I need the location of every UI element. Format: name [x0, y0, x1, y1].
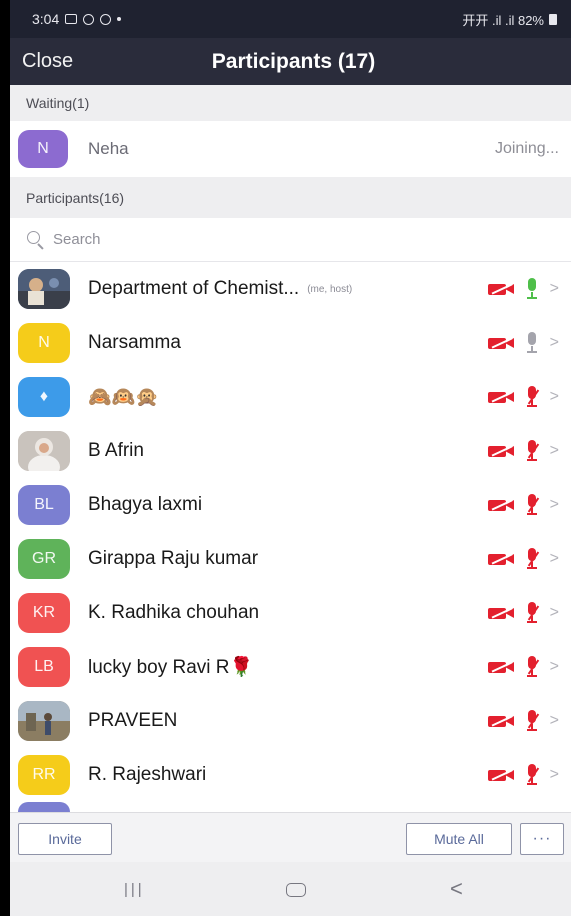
mic-muted-icon [524, 440, 540, 462]
video-off-icon [487, 498, 516, 512]
recents-icon[interactable]: ||| [124, 881, 145, 898]
chevron-right-icon: > [549, 442, 559, 459]
mic-on-icon [524, 278, 540, 300]
message-icon [65, 14, 78, 24]
waiting-section-header: Waiting(1) [10, 85, 571, 121]
top-bar: Close Participants (17) [10, 38, 571, 85]
status-bar: 3:04 开开 .il .il 82% [10, 0, 571, 38]
mic-muted-icon [524, 548, 540, 570]
chevron-right-icon: > [549, 280, 559, 297]
search-bar[interactable] [10, 218, 571, 262]
back-icon[interactable]: < [450, 876, 463, 902]
invite-button[interactable]: Invite [18, 823, 112, 855]
participant-name: lucky boy Ravi R🌹 [88, 657, 254, 678]
participant-name: R. Rajeshwari [88, 764, 207, 785]
action-bar: Invite Mute All ··· [10, 812, 571, 862]
joining-status: Joining... [494, 140, 559, 157]
avatar: LB [18, 647, 70, 687]
video-off-icon [487, 444, 516, 458]
participant-row[interactable]: ♦ 🙈🙉🙊 > [10, 370, 571, 424]
participant-row[interactable]: B Afrin > [10, 424, 571, 478]
avatar: GR [18, 539, 70, 579]
participant-name: K. Radhika chouhan [88, 602, 260, 623]
chevron-right-icon: > [549, 550, 559, 567]
waiting-name: Neha [88, 139, 129, 158]
search-icon [26, 230, 46, 250]
chevron-right-icon: > [549, 388, 559, 405]
app-notification-icon [83, 13, 95, 25]
participant-name: Girappa Raju kumar [88, 548, 259, 569]
participant-name: Narsamma [88, 332, 181, 353]
chevron-right-icon: > [549, 496, 559, 513]
participant-name: PRAVEEN [88, 710, 178, 731]
whatsapp-icon [100, 13, 112, 25]
participant-row[interactable]: KR K. Radhika chouhan > [10, 586, 571, 640]
video-off-icon [487, 660, 516, 674]
avatar [18, 431, 70, 471]
chevron-right-icon: > [549, 334, 559, 351]
search-input[interactable] [53, 231, 513, 248]
video-off-icon [487, 336, 516, 350]
close-button[interactable]: Close [22, 50, 73, 73]
avatar [18, 269, 70, 309]
participant-row[interactable]: BL Bhagya laxmi > [10, 478, 571, 532]
battery-icon [549, 13, 557, 25]
participant-name: 🙈🙉🙊 [88, 387, 159, 408]
video-off-icon [487, 552, 516, 566]
participants-screen: 3:04 开开 .il .il 82% Close Participants (… [10, 0, 571, 916]
avatar: N [18, 323, 70, 363]
participant-name: B Afrin [88, 440, 144, 461]
mic-muted-icon [524, 602, 540, 624]
participants-section-header: Participants(16) [10, 177, 571, 218]
avatar: BL [18, 485, 70, 525]
video-off-icon [487, 768, 516, 782]
android-nav-bar: ||| < [10, 862, 571, 916]
avatar [18, 701, 70, 741]
more-options-button[interactable]: ··· [520, 823, 564, 855]
video-off-icon [487, 390, 516, 404]
avatar: N [18, 130, 68, 168]
page-title: Participants (17) [211, 49, 376, 73]
participant-row[interactable]: LB lucky boy Ravi R🌹 > [10, 640, 571, 694]
video-off-icon [487, 282, 516, 296]
host-tag: (me, host) [307, 283, 353, 295]
mic-muted-icon [524, 764, 540, 786]
mic-on-icon [524, 332, 540, 354]
video-off-icon [487, 606, 516, 620]
mute-all-button[interactable]: Mute All [406, 823, 512, 855]
chevron-right-icon: > [549, 766, 559, 783]
status-signal-text: 开开 .il .il 82% [462, 12, 544, 28]
participant-name: Department of Chemist... [88, 278, 300, 299]
status-time: 3:04 [32, 11, 60, 27]
avatar: RR [18, 755, 70, 795]
participant-row[interactable]: GR Girappa Raju kumar > [10, 532, 571, 586]
video-off-icon [487, 714, 516, 728]
waiting-item[interactable]: N Neha Joining... [10, 121, 571, 177]
participant-row[interactable]: Department of Chemist... (me, host) > [10, 262, 571, 316]
mic-muted-icon [524, 710, 540, 732]
participant-row[interactable]: RR R. Rajeshwari > [10, 748, 571, 802]
mic-muted-icon [524, 494, 540, 516]
chevron-right-icon: > [549, 712, 559, 729]
avatar: KR [18, 593, 70, 633]
participant-row[interactable]: N Narsamma > [10, 316, 571, 370]
more-notifications-icon [117, 17, 122, 21]
chevron-right-icon: > [549, 604, 559, 621]
home-icon[interactable] [286, 883, 306, 897]
participant-row[interactable]: PRAVEEN > [10, 694, 571, 748]
avatar: ♦ [18, 377, 70, 417]
mic-muted-icon [524, 386, 540, 408]
participant-name: Bhagya laxmi [88, 494, 203, 515]
mic-muted-icon [524, 656, 540, 678]
chevron-right-icon: > [549, 658, 559, 675]
